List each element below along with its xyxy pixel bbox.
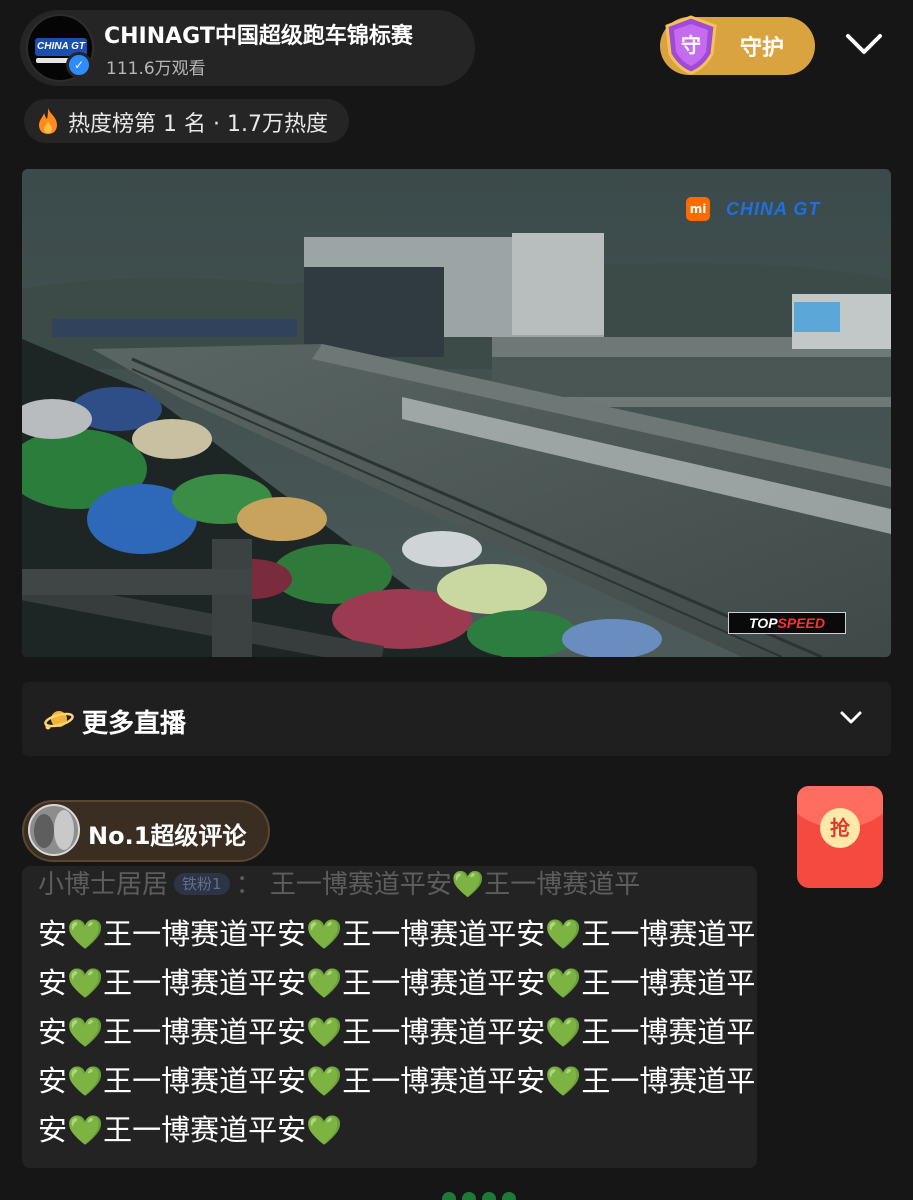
chevron-down-icon[interactable] (842, 28, 886, 62)
comment-author-line: 小博士居居 铁粉1： 王一博赛道平安💚王一博赛道平 (38, 866, 758, 904)
red-packet-coin: 抢 (820, 808, 860, 848)
xiaomi-logo: mi (686, 197, 710, 221)
commenter-avatar[interactable] (28, 804, 80, 856)
live-video-player[interactable] (22, 169, 891, 657)
topspeed-overlay: TOPSPEED (728, 612, 846, 634)
svg-text:守: 守 (681, 33, 701, 57)
fire-icon (39, 108, 57, 134)
viewer-count: 111.6万观看 (106, 59, 206, 79)
verified-icon: ✓ (66, 52, 92, 78)
comment-text: 安💚王一博赛道平安💚王一博赛道平安💚王一博赛道平安💚王一博赛道平安💚王一博赛道平… (38, 917, 756, 1147)
channel-title[interactable]: CHINAGT中国超级跑车锦标赛 (104, 18, 413, 50)
guard-shield-icon[interactable]: 守 (660, 14, 722, 76)
china-gt-logo: CHINA GT (726, 199, 821, 219)
fan-badge: 铁粉1 (174, 873, 230, 895)
comment-username[interactable]: 小博士居居 (38, 870, 168, 900)
race-track-scene (22, 169, 891, 657)
page-indicator (442, 1191, 542, 1200)
comment-first-line: ： 王一博赛道平安💚王一博赛道平 (235, 870, 641, 900)
more-live-label[interactable]: 更多直播 (82, 703, 186, 740)
planet-icon (44, 711, 74, 730)
super-comment-label: No.1超级评论 (88, 822, 247, 850)
chevron-down-icon[interactable] (838, 708, 864, 728)
guard-label[interactable]: 守护 (740, 30, 784, 62)
red-packet-button[interactable]: 抢 (797, 786, 883, 888)
heat-rank-text: 热度榜第 1 名 · 1.7万热度 (68, 112, 328, 137)
